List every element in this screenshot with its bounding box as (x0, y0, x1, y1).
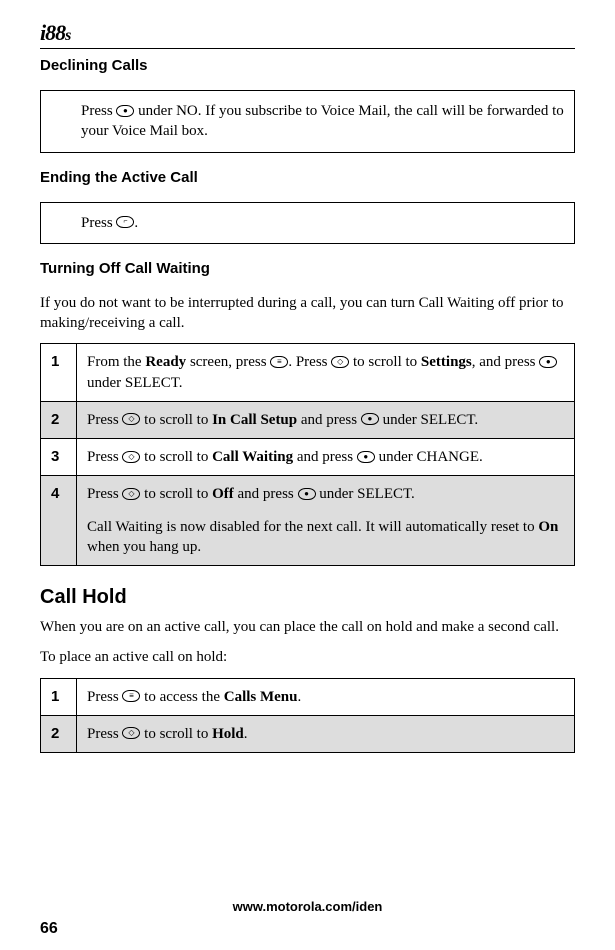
soft-key-icon: ● (361, 413, 379, 425)
footer-page-number: 66 (40, 920, 58, 938)
table-row: 2 Press ◇ to scroll to Hold. (41, 715, 575, 752)
soft-key-icon: ● (298, 488, 316, 500)
table-row: 4 Press ◇ to scroll to Off and press ● u… (41, 476, 575, 566)
declining-step-cell: Press ● under NO. If you subscribe to Vo… (41, 91, 575, 153)
end-key-icon: ⌐ (116, 216, 134, 228)
step-text: Press ◇ to scroll to In Call Setup and p… (77, 401, 575, 438)
turning-off-title: Turning Off Call Waiting (40, 260, 575, 277)
call-hold-intro1: When you are on an active call, you can … (40, 617, 575, 637)
text: Press (81, 103, 116, 119)
step-number: 3 (41, 439, 77, 476)
logo-suffix: s (65, 27, 70, 44)
step-text: Press ◇ to scroll to Off and press ● und… (77, 476, 575, 566)
step-text: From the Ready screen, press ≡. Press ◇ … (77, 344, 575, 402)
table-row: 3 Press ◇ to scroll to Call Waiting and … (41, 439, 575, 476)
scroll-key-icon: ◇ (122, 451, 140, 463)
header-divider (40, 48, 575, 49)
table-row: 1 Press ≡ to access the Calls Menu. (41, 678, 575, 715)
step-number: 1 (41, 678, 77, 715)
step-number: 2 (41, 715, 77, 752)
logo-main: i88 (40, 20, 65, 45)
ending-call-title: Ending the Active Call (40, 169, 575, 186)
scroll-key-icon: ◇ (122, 413, 140, 425)
footer-url: www.motorola.com/iden (0, 899, 615, 914)
call-hold-title: Call Hold (40, 586, 575, 609)
menu-key-icon: ≡ (270, 356, 288, 368)
step-text: Press ◇ to scroll to Call Waiting and pr… (77, 439, 575, 476)
step-number: 2 (41, 401, 77, 438)
ending-step-table: Press ⌐. (40, 202, 575, 244)
scroll-key-icon: ◇ (122, 727, 140, 739)
device-logo: i88s (40, 20, 575, 46)
call-hold-steps-table: 1 Press ≡ to access the Calls Menu. 2 Pr… (40, 678, 575, 754)
step-text: Press ≡ to access the Calls Menu. (77, 678, 575, 715)
turning-off-intro: If you do not want to be interrupted dur… (40, 293, 575, 334)
menu-key-icon: ≡ (122, 690, 140, 702)
step-number: 4 (41, 476, 77, 566)
step-text: Press ◇ to scroll to Hold. (77, 715, 575, 752)
step-number: 1 (41, 344, 77, 402)
soft-key-icon: ● (539, 356, 557, 368)
declining-calls-title: Declining Calls (40, 57, 575, 74)
ending-step-cell: Press ⌐. (41, 202, 575, 243)
soft-key-icon: ● (116, 105, 134, 117)
scroll-key-icon: ◇ (331, 356, 349, 368)
text: . (134, 215, 138, 231)
text: Press (81, 215, 116, 231)
call-hold-intro2: To place an active call on hold: (40, 647, 575, 667)
text: under NO. If you subscribe to Voice Mail… (81, 103, 564, 139)
scroll-key-icon: ◇ (122, 488, 140, 500)
table-row: 1 From the Ready screen, press ≡. Press … (41, 344, 575, 402)
soft-key-icon: ● (357, 451, 375, 463)
table-row: 2 Press ◇ to scroll to In Call Setup and… (41, 401, 575, 438)
declining-step-table: Press ● under NO. If you subscribe to Vo… (40, 90, 575, 153)
turning-off-steps-table: 1 From the Ready screen, press ≡. Press … (40, 343, 575, 566)
